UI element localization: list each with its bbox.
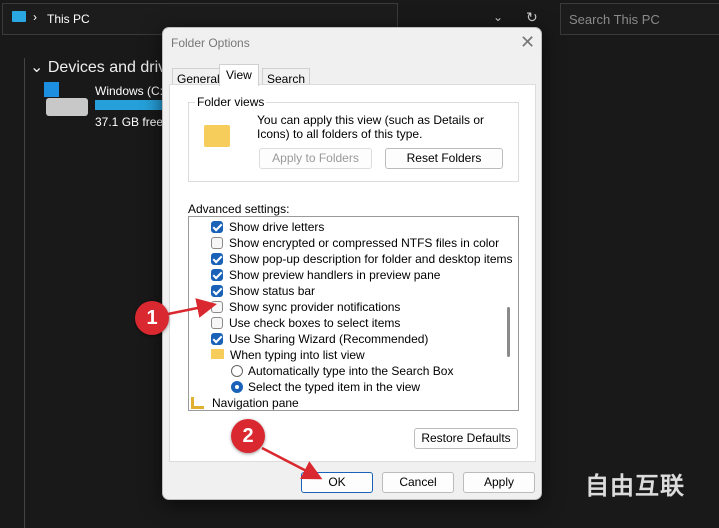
watermark-logo: 自由互联 — [585, 473, 685, 500]
tab-view[interactable]: View — [219, 64, 259, 86]
annotation-arrows — [167, 298, 323, 480]
arrow-1 — [167, 298, 217, 318]
step-1-badge: 1 — [135, 301, 169, 335]
arrow-2 — [261, 446, 323, 480]
step-2-badge: 2 — [231, 419, 265, 453]
